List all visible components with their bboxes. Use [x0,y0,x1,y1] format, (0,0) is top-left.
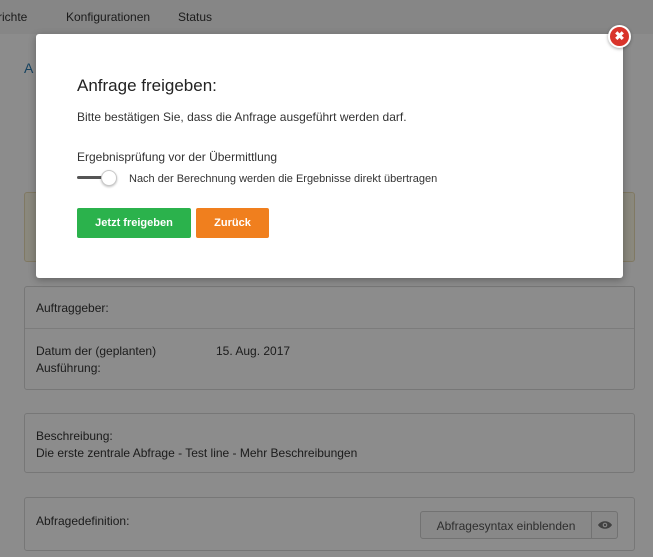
close-icon[interactable]: ✖ [608,25,631,48]
release-now-button[interactable]: Jetzt freigeben [77,208,191,238]
back-button[interactable]: Zurück [196,208,269,238]
result-check-description: Nach der Berechnung werden die Ergebniss… [129,173,438,185]
result-check-label: Ergebnisprüfung vor der Übermittlung [77,150,278,164]
dialog-title: Anfrage freigeben: [77,76,217,95]
dialog-text: Bitte bestätigen Sie, dass die Anfrage a… [77,110,407,124]
release-dialog: Anfrage freigeben: Bitte bestätigen Sie,… [36,34,623,278]
result-check-toggle[interactable] [77,170,119,186]
toggle-knob[interactable] [101,170,117,186]
